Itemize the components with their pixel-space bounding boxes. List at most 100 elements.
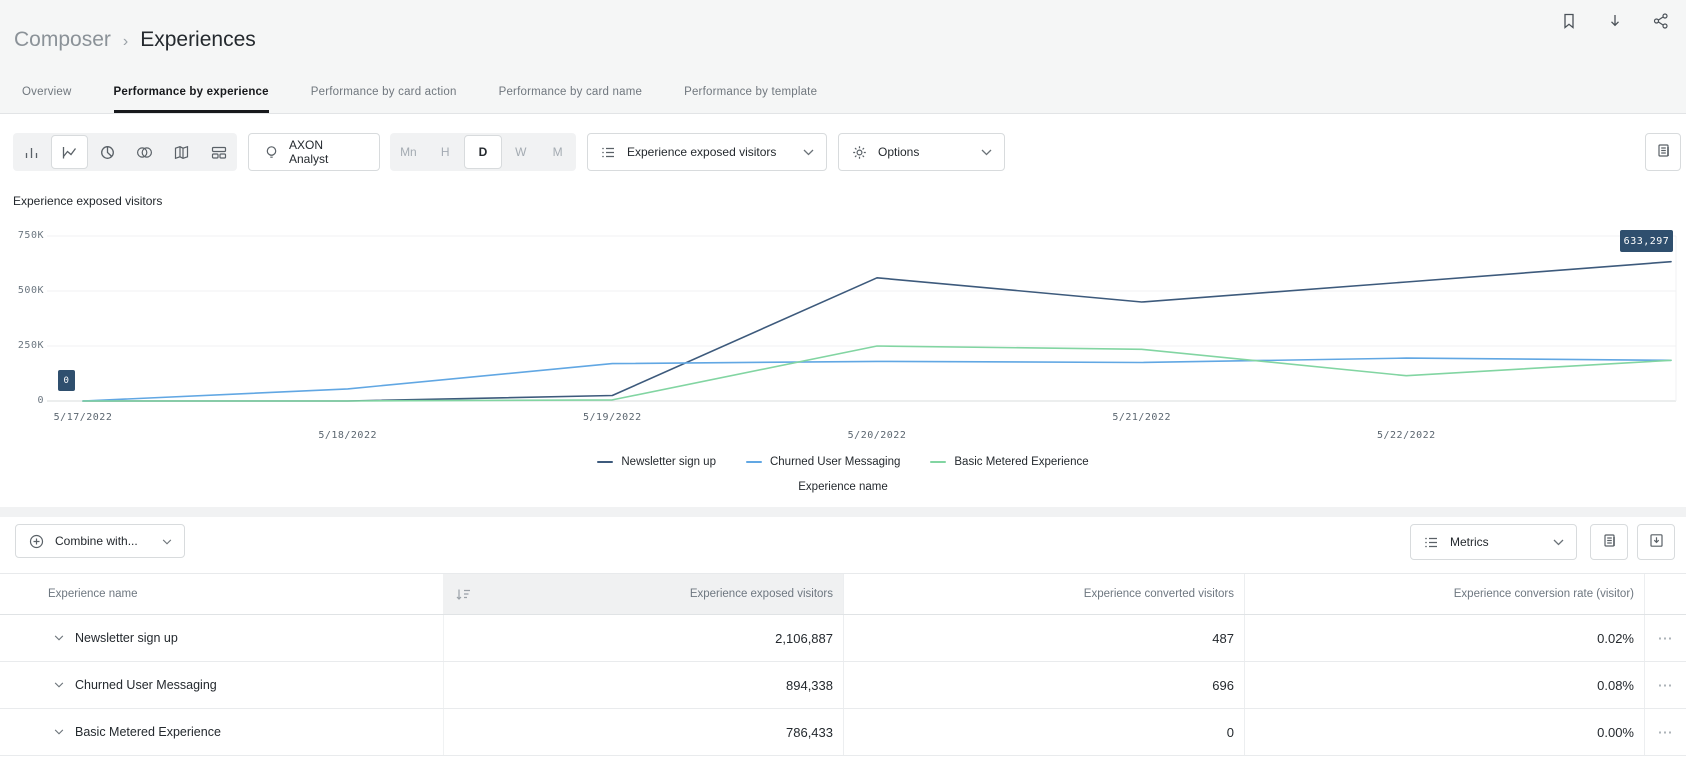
options-dropdown[interactable]: Options [838, 133, 1005, 171]
chart-start-value-badge: 0 [58, 370, 75, 391]
table-description-button[interactable] [1590, 524, 1628, 560]
chevron-down-icon[interactable] [54, 729, 64, 735]
chevron-down-icon[interactable] [54, 635, 64, 641]
chevron-down-icon [803, 145, 814, 159]
legend-item-newsletter-sign-up[interactable]: Newsletter sign up [597, 456, 716, 468]
column-header-experience-conversion-rate[interactable]: Experience conversion rate (visitor) [1244, 574, 1644, 614]
chart-end-value-badge: 633,297 [1620, 230, 1673, 252]
venn-diagram-icon[interactable] [126, 133, 163, 171]
legend-label: Newsletter sign up [621, 456, 716, 468]
column-header-label: Experience exposed visitors [690, 588, 833, 600]
chart-type-selector [13, 133, 237, 171]
column-header-experience-converted-visitors[interactable]: Experience converted visitors [843, 574, 1244, 614]
conversion-rate-value: 0.02% [1244, 615, 1644, 661]
converted-visitors-value: 696 [843, 662, 1244, 708]
row-expand-newsletter-sign-up[interactable]: Newsletter sign up [0, 615, 443, 661]
legend-dash-icon [746, 461, 762, 463]
x-tick-label: 5/17/2022 [54, 412, 113, 423]
share-icon[interactable] [1650, 10, 1672, 32]
metric-dropdown[interactable]: Experience exposed visitors [587, 133, 827, 171]
column-header-actions [1644, 574, 1686, 614]
legend-item-churned-user-messaging[interactable]: Churned User Messaging [746, 456, 900, 468]
table-row: Basic Metered Experience 786,433 0 0.00%… [0, 709, 1686, 756]
table-row: Newsletter sign up 2,106,887 487 0.02% ⋯ [0, 615, 1686, 662]
page-title: Experiences [140, 28, 256, 52]
table-download-button[interactable] [1637, 524, 1675, 560]
legend-dash-icon [930, 461, 946, 463]
tab-overview[interactable]: Overview [22, 76, 72, 113]
card-layout-icon[interactable] [200, 133, 237, 171]
granularity-d[interactable]: D [464, 135, 503, 169]
row-expand-basic-metered-experience[interactable]: Basic Metered Experience [0, 709, 443, 755]
pie-chart-icon[interactable] [89, 133, 126, 171]
y-tick-label: 750K [8, 230, 44, 241]
granularity-h[interactable]: H [427, 133, 464, 171]
bar-chart-icon[interactable] [13, 133, 50, 171]
converted-visitors-value: 487 [843, 615, 1244, 661]
tab-performance-by-experience[interactable]: Performance by experience [114, 76, 269, 113]
legend-item-basic-metered-experience[interactable]: Basic Metered Experience [930, 456, 1088, 468]
tab-performance-by-template[interactable]: Performance by template [684, 76, 817, 113]
plus-circle-icon [28, 533, 45, 550]
download-icon[interactable] [1604, 10, 1626, 32]
experience-name: Churned User Messaging [75, 678, 217, 692]
top-actions [1558, 10, 1672, 32]
legend-label: Churned User Messaging [770, 456, 900, 468]
granularity-mn[interactable]: Mn [390, 133, 427, 171]
column-header-experience-name[interactable]: Experience name [0, 574, 443, 614]
x-axis-title: Experience name [0, 481, 1686, 493]
exposed-visitors-value: 786,433 [443, 709, 843, 755]
chart-plot[interactable] [0, 210, 1686, 410]
table-header: Experience name Experience exposed visit… [0, 573, 1686, 615]
experience-name: Basic Metered Experience [75, 725, 221, 739]
options-label: Options [878, 145, 919, 159]
sort-descending-icon[interactable] [455, 587, 471, 602]
breadcrumb-parent[interactable]: Composer [14, 28, 111, 52]
granularity-m[interactable]: M [539, 133, 576, 171]
tab-performance-by-card-action[interactable]: Performance by card action [311, 76, 457, 113]
top-bar: Composer › Experiences Overview Performa… [0, 0, 1686, 114]
chart-title: Experience exposed visitors [13, 194, 162, 208]
chevron-down-icon [162, 534, 172, 548]
tab-bar: Overview Performance by experience Perfo… [0, 76, 817, 113]
document-icon [1655, 142, 1672, 162]
bookmark-icon[interactable] [1558, 10, 1580, 32]
metrics-label: Metrics [1450, 535, 1489, 549]
row-menu-icon[interactable]: ⋯ [1644, 615, 1686, 661]
exposed-visitors-value: 894,338 [443, 662, 843, 708]
granularity-w[interactable]: W [502, 133, 539, 171]
row-menu-icon[interactable]: ⋯ [1644, 709, 1686, 755]
granularity-selector: Mn H D W M [390, 133, 576, 171]
chart-legend: Newsletter sign up Churned User Messagin… [0, 456, 1686, 468]
combine-with-label: Combine with... [55, 534, 138, 548]
chevron-down-icon[interactable] [54, 682, 64, 688]
chevron-down-icon [981, 145, 992, 159]
axon-analyst-label: AXON Analyst [289, 138, 365, 166]
x-axis-labels: 5/17/20225/18/20225/19/20225/20/20225/21… [0, 412, 1686, 442]
tab-performance-by-card-name[interactable]: Performance by card name [499, 76, 643, 113]
x-tick-label: 5/20/2022 [848, 430, 907, 441]
row-expand-churned-user-messaging[interactable]: Churned User Messaging [0, 662, 443, 708]
gear-icon [851, 144, 868, 161]
line-chart-icon[interactable] [51, 135, 88, 169]
experience-name: Newsletter sign up [75, 631, 178, 645]
x-tick-label: 5/22/2022 [1377, 430, 1436, 441]
x-tick-label: 5/18/2022 [318, 430, 377, 441]
x-tick-label: 5/19/2022 [583, 412, 642, 423]
axon-analyst-button[interactable]: AXON Analyst [248, 133, 380, 171]
chevron-down-icon [1553, 535, 1564, 549]
list-icon [1423, 534, 1440, 551]
map-icon[interactable] [163, 133, 200, 171]
combine-with-button[interactable]: Combine with... [15, 524, 185, 558]
y-tick-label: 0 [8, 395, 44, 406]
y-tick-label: 250K [8, 340, 44, 351]
table-row: Churned User Messaging 894,338 696 0.08%… [0, 662, 1686, 709]
row-menu-icon[interactable]: ⋯ [1644, 662, 1686, 708]
lightbulb-icon [263, 144, 280, 161]
metrics-dropdown[interactable]: Metrics [1410, 524, 1577, 560]
column-header-experience-exposed-visitors[interactable]: Experience exposed visitors [443, 574, 843, 614]
breadcrumb-separator-icon: › [123, 33, 128, 51]
chart-description-button[interactable] [1645, 133, 1681, 171]
breadcrumb: Composer › Experiences [14, 28, 256, 52]
section-divider [0, 507, 1686, 517]
